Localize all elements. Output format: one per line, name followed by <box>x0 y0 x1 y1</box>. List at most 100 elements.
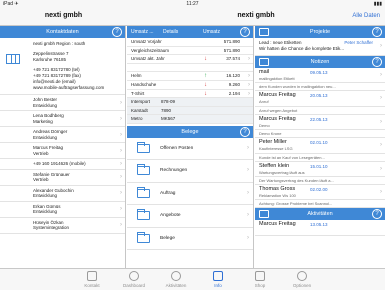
sales-label: Vergleichszeitraum <box>131 47 170 53</box>
tab-label: Shop <box>254 283 266 288</box>
tab-info[interactable]: Info <box>198 271 238 288</box>
project-item[interactable]: Lead : neue Etiketten Peter Schaffer Wir… <box>255 38 385 56</box>
map-icon[interactable] <box>6 54 20 64</box>
left-pane-title: nexti gmbh <box>44 12 83 19</box>
sales-spacer <box>127 64 253 73</box>
person-role: Vertrieb <box>33 177 49 182</box>
tab-umsatz[interactable]: Umsatz <box>203 26 220 38</box>
chevron-right-icon: › <box>380 188 382 195</box>
note-preview-text: Achtung: Grosse Probleme bei Scannol... <box>259 201 333 207</box>
note-preview-text: Anruf wegen Angebot <box>259 107 298 113</box>
chevron-right-icon: › <box>248 90 250 97</box>
note-item[interactable]: Steffen klein 15.01.10 Wartungsvertrag l… <box>255 162 385 177</box>
documents-item[interactable]: Offenen Posten › <box>127 138 253 161</box>
note-item[interactable]: mail 09.05.13 mailingaktion Etikett › <box>255 68 385 84</box>
contact-person-row[interactable]: Marcus Freitag Vertrieb › <box>0 143 125 159</box>
tab-label: Optionen <box>292 283 312 288</box>
product-row[interactable]: Helm ↑ 16.120 › <box>127 72 253 81</box>
chevron-right-icon: › <box>120 160 122 167</box>
tab-details[interactable]: Details <box>163 26 178 38</box>
note-item[interactable]: Marcus Freitag 20.05.13 Anruf › <box>255 91 385 107</box>
person-role: Vertrieb <box>33 150 49 156</box>
help-icon[interactable]: ? <box>372 209 382 220</box>
product-value: 2.194 <box>228 90 240 96</box>
chevron-right-icon: › <box>380 142 382 149</box>
chevron-right-icon: › <box>120 222 122 228</box>
navigation-bar: nexti gmbh nexti gmbh Alle Daten <box>0 8 385 26</box>
tab-kontakt[interactable]: Kontakt <box>72 271 112 288</box>
sales-row[interactable]: Umsatz akt. Jahr ↓ 37.574 › <box>127 55 253 64</box>
note-preview: Achtung: Grosse Probleme bei Scannol... <box>255 200 385 209</box>
note-item[interactable]: Thomas Gross 02.02.00 Reklamation Ws 100… <box>255 185 385 201</box>
chevron-right-icon: › <box>247 167 249 174</box>
contacts-header-label: Kontaktdaten <box>46 29 79 35</box>
chevron-right-icon: › <box>120 115 122 122</box>
website-link[interactable]: www.mobile-auftragserfassung.com <box>33 85 121 91</box>
help-icon[interactable]: ? <box>372 57 382 67</box>
gauge-icon <box>129 271 139 281</box>
help-icon[interactable]: ? <box>112 27 122 37</box>
trend-down-icon: ↓ <box>204 90 207 97</box>
product-row[interactable]: Handschuhe ↓ 9.260 › <box>127 81 253 90</box>
page-title: nexti gmbh <box>237 12 275 19</box>
tab-dashboard[interactable]: Dashboard <box>114 271 154 288</box>
trend-up-icon: ↑ <box>204 73 207 80</box>
contact-person-row[interactable]: Hüseyin Özkan Systemintegration › <box>0 218 125 234</box>
help-icon[interactable]: ? <box>240 126 250 137</box>
chevron-right-icon: › <box>247 189 249 196</box>
all-data-button[interactable]: Alle Daten <box>352 13 380 19</box>
chevron-right-icon: › <box>248 56 250 63</box>
documents-item[interactable]: Auftrag › <box>127 183 253 206</box>
documents-item-label: Rechnungen <box>160 168 188 174</box>
contact-person-row[interactable]: +49 160 1914626 (mobile) › <box>0 159 125 170</box>
documents-item[interactable]: Angebote › <box>127 205 253 228</box>
sales-value: 571.890 <box>223 39 240 44</box>
activity-date: 13.05.13 <box>310 222 328 228</box>
note-item[interactable]: Marcus Freitag 22.05.13 Demo › <box>255 115 385 131</box>
contact-person-row[interactable]: Lena Bodhberg Marketing › <box>0 111 125 127</box>
notes-header-label: Notizen <box>310 59 330 65</box>
info-bars-icon <box>213 271 223 281</box>
contact-person-row[interactable]: Andreas Dörnger Entwicklung › <box>0 127 125 143</box>
note-item[interactable]: Peter Miller 02.01.10 Kaufinteresse LSG … <box>255 138 385 154</box>
clock: 11:27 <box>186 1 199 7</box>
note-subject: Anruf <box>259 99 269 105</box>
note-subject: Demo <box>259 122 270 128</box>
chevron-right-icon: › <box>380 43 382 49</box>
person-role: Entwicklung <box>33 134 58 140</box>
tab-optionen[interactable]: Optionen <box>282 271 322 288</box>
documents-item[interactable]: Belege › <box>127 228 253 251</box>
address-block[interactable]: nexti gmbh Region : south Zeppelinstrass… <box>0 38 125 95</box>
clock-icon <box>171 271 181 281</box>
contact-person-row[interactable]: John Bester Entwicklung › <box>0 95 125 111</box>
info-row: Karstadt 7890 <box>127 106 253 116</box>
note-preview: Der Wartungsvertrag des Kunden läuft a..… <box>255 177 385 185</box>
tab-aktivitaeten[interactable]: Aktivitäten <box>156 271 196 288</box>
product-label: Helm <box>131 73 142 79</box>
contact-person-row[interactable]: Stefanie Grünauer Vertrieb › <box>0 170 125 186</box>
note-preview-text: dem Kunden wurden in mailingaktion neu..… <box>259 84 336 90</box>
documents-item-label: Belege <box>160 235 175 241</box>
tab-shop[interactable]: Shop <box>240 271 280 288</box>
help-icon[interactable]: ? <box>372 27 382 37</box>
gear-icon <box>297 271 307 281</box>
activity-item[interactable]: Marcus Freitag 13.05.13 <box>255 220 385 236</box>
activities-header: Aktivitäten ? <box>255 208 385 221</box>
chevron-right-icon: › <box>247 234 249 241</box>
contact-person-row[interactable]: Erkan Gümüs Entwicklung › <box>0 202 125 218</box>
chevron-right-icon: › <box>120 190 122 196</box>
help-icon[interactable]: ? <box>240 27 250 37</box>
product-value: 16.120 <box>226 73 240 79</box>
chevron-right-icon: › <box>248 73 250 80</box>
documents-item[interactable]: Rechnungen › <box>127 160 253 183</box>
note-preview: dem Kunden wurden in mailingaktion neu..… <box>255 83 385 92</box>
note-date: 20.05.13 <box>310 93 328 99</box>
note-subject: Reklamation Ws 100 <box>259 192 296 198</box>
info-row: Metro MK567 <box>127 115 253 124</box>
chevron-right-icon: › <box>120 206 122 212</box>
tab-umsatz-overview[interactable]: Umsatz ... <box>131 26 154 38</box>
contacts-header: Kontaktdaten ? <box>0 26 125 38</box>
product-row[interactable]: T-Shirt ↓ 2.194 › <box>127 90 253 99</box>
contact-person-row[interactable]: Alexander Gubochin Entwicklung › <box>0 186 125 202</box>
tab-label: Aktivitäten <box>165 283 187 288</box>
